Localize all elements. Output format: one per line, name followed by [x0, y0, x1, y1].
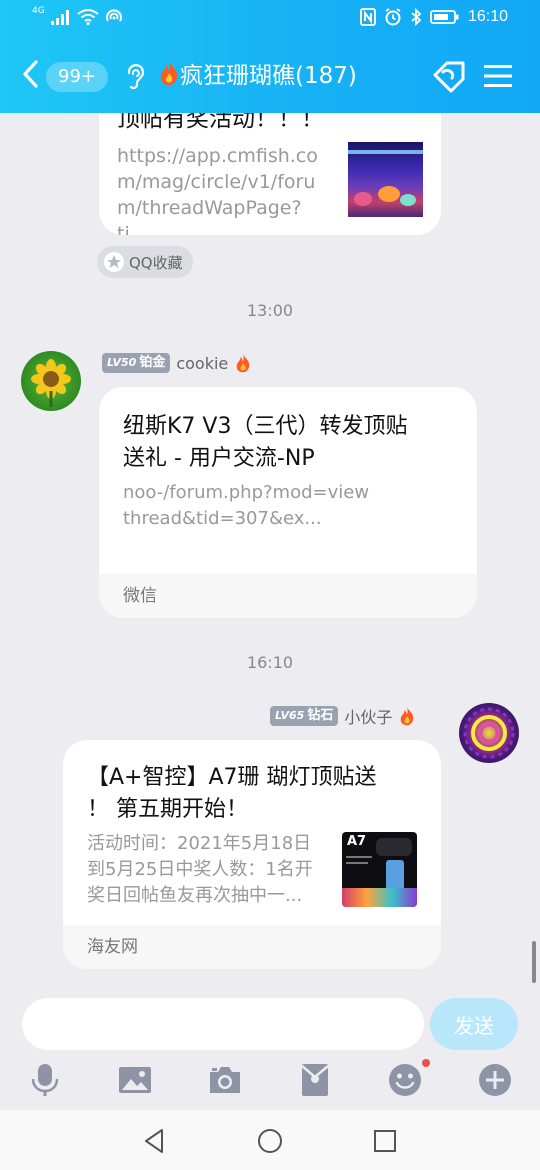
nav-recents-icon[interactable]	[370, 1126, 400, 1156]
sender-name[interactable]: 小伙子	[344, 704, 392, 728]
alarm-icon	[385, 8, 401, 26]
timestamp-divider: 13:00	[246, 301, 294, 320]
wifi-icon	[77, 9, 99, 25]
notification-dot	[422, 1059, 430, 1067]
shared-link-card[interactable]: 【A+智控】A7珊 瑚灯顶贴送 ！ 第五期开始！ 活动时间：2021年5月18日…	[63, 740, 441, 969]
unread-count-badge[interactable]: 99+	[46, 62, 108, 92]
level-badge: LV50 铂金	[102, 353, 171, 373]
group-name-label: 疯狂珊瑚礁(187)	[180, 63, 357, 89]
product-thumbnail: A7	[342, 832, 417, 907]
nav-back-icon[interactable]	[140, 1126, 170, 1156]
back-chevron-icon[interactable]	[18, 56, 46, 92]
link-url-line: m/threadWapPage?ti...	[117, 197, 302, 235]
flame-icon	[401, 706, 414, 726]
link-url-line: m/mag/circle/v1/foru	[117, 171, 316, 193]
aquarium-thumbnail	[348, 142, 423, 217]
sender-info: LV50 铂金 cookie	[102, 353, 252, 373]
link-card-description: 活动时间：2021年5月18日	[87, 833, 312, 854]
avatar[interactable]	[21, 351, 81, 411]
sender-info: LV65 钻石 小伙子	[270, 704, 416, 728]
link-url-line: https://app.cmfish.co	[117, 145, 318, 167]
star-icon	[104, 252, 124, 272]
link-card-description: 奖日回帖鱼友再次抽中一...	[87, 885, 303, 906]
signal-icon	[50, 10, 69, 25]
header: 4G 16:10 99+ 疯狂珊瑚礁(187)	[0, 0, 540, 113]
avatar[interactable]	[459, 703, 519, 763]
link-card-title: 顶帖有奖活动！！！	[117, 113, 324, 132]
timestamp-divider: 16:10	[246, 653, 294, 672]
system-navigation-bar	[0, 1110, 540, 1170]
link-card-title: 纽斯K7 V3（三代）转发顶贴	[123, 414, 408, 439]
ear-mode-icon[interactable]	[124, 62, 146, 92]
tag-icon[interactable]	[430, 58, 468, 96]
emoji-icon[interactable]	[388, 1063, 422, 1097]
rank-label: 钻石	[307, 708, 334, 723]
battery-icon	[430, 10, 459, 24]
sender-name[interactable]: cookie	[176, 354, 228, 373]
level-number: LV65	[275, 709, 305, 722]
link-card-description: noo-/forum.php?mod=view	[123, 482, 370, 503]
camera-icon[interactable]	[208, 1063, 242, 1097]
link-source-label: 海友网	[63, 925, 441, 969]
link-card-description: thread&tid=307&ex...	[123, 508, 322, 529]
scrollbar[interactable]	[532, 941, 536, 983]
qq-favorites-label: QQ收藏	[129, 253, 183, 272]
menu-icon[interactable]	[484, 62, 512, 90]
message-input[interactable]	[22, 998, 424, 1050]
flame-icon	[160, 61, 178, 85]
hotspot-icon	[105, 9, 122, 22]
status-bar: 4G 16:10	[0, 0, 540, 36]
title-bar: 99+ 疯狂珊瑚礁(187)	[0, 44, 540, 108]
clock-time: 16:10	[467, 8, 508, 25]
network-type-label: 4G	[32, 6, 45, 16]
red-packet-icon[interactable]	[298, 1063, 332, 1097]
link-card-title: ！ 第五期开始！	[87, 797, 248, 822]
group-title[interactable]: 疯狂珊瑚礁(187)	[158, 58, 357, 94]
shared-link-card[interactable]: 纽斯K7 V3（三代）转发顶贴 送礼 - 用户交流-NP noo-/forum.…	[99, 387, 477, 618]
link-card-description: 到5月25日中奖人数：1名开	[87, 859, 313, 880]
chat-message-list[interactable]: 顶帖有奖活动！！！ https://app.cmfish.co m/mag/ci…	[0, 113, 540, 993]
input-bar: 发送	[0, 993, 540, 1110]
rank-label: 铂金	[139, 355, 166, 370]
flame-icon	[237, 353, 250, 373]
sunflower-avatar-icon	[31, 359, 71, 407]
nav-home-icon[interactable]	[255, 1126, 285, 1156]
level-badge: LV65 钻石	[270, 706, 339, 726]
microphone-icon[interactable]	[28, 1063, 62, 1097]
qq-favorites-chip[interactable]: QQ收藏	[97, 246, 193, 278]
thumbnail-brand-text: A7	[347, 834, 367, 849]
level-number: LV50	[107, 356, 137, 369]
send-button[interactable]: 发送	[430, 998, 518, 1050]
plus-icon[interactable]	[478, 1063, 512, 1097]
link-card-title: 【A+智控】A7珊 瑚灯顶贴送	[87, 765, 377, 790]
link-source-label: 微信	[99, 574, 477, 618]
nfc-icon	[359, 8, 376, 26]
abstract-avatar-icon	[463, 707, 515, 759]
bluetooth-icon	[411, 8, 422, 26]
link-card-title: 送礼 - 用户交流-NP	[123, 446, 315, 471]
image-icon[interactable]	[118, 1063, 152, 1097]
shared-link-card[interactable]: 顶帖有奖活动！！！ https://app.cmfish.co m/mag/ci…	[99, 113, 441, 235]
